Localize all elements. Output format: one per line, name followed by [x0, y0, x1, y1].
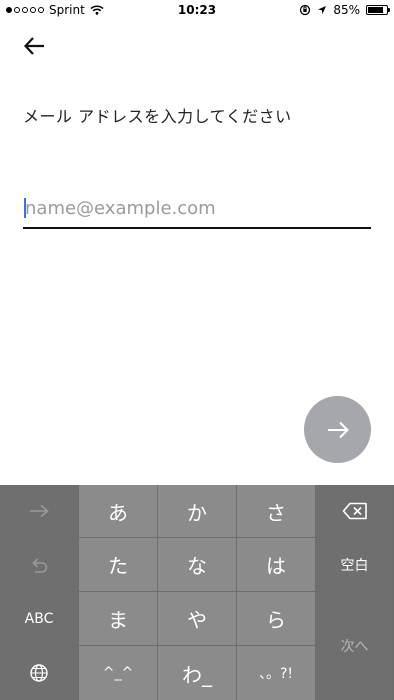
arrow-right-icon	[30, 504, 49, 518]
key-sa[interactable]: さ	[237, 485, 316, 538]
battery-percent: 85%	[333, 3, 360, 17]
key-label: ま	[108, 608, 128, 632]
key-label: た	[108, 554, 128, 578]
key-label: は	[266, 554, 286, 578]
status-bar: Sprint 10:23 85%	[0, 0, 394, 20]
status-right: 85%	[299, 3, 390, 17]
key-label: ^_^	[102, 665, 134, 681]
globe-icon	[30, 664, 48, 682]
email-field[interactable]	[23, 192, 371, 225]
key-label: わ_	[182, 662, 212, 687]
key-abc[interactable]: ABC	[0, 592, 79, 646]
rotation-lock-icon	[300, 4, 311, 16]
key-a[interactable]: あ	[79, 485, 158, 538]
location-icon	[318, 6, 327, 14]
key-label: か	[187, 500, 207, 525]
key-label: ら	[266, 608, 286, 632]
next-button[interactable]	[304, 396, 371, 463]
space-label: 空白	[340, 557, 369, 574]
key-wa[interactable]: わ_	[158, 646, 237, 700]
key-ma[interactable]: ま	[79, 592, 158, 646]
key-next[interactable]: 次へ	[316, 592, 394, 700]
key-label: 、。?!	[258, 666, 294, 682]
arrow-left-icon	[23, 37, 44, 55]
abc-label: ABC	[24, 610, 54, 627]
key-ka[interactable]: か	[158, 485, 237, 538]
undo-icon	[32, 557, 48, 573]
key-na[interactable]: な	[158, 538, 237, 592]
key-punctuation[interactable]: 、。?!	[237, 646, 316, 700]
back-button[interactable]	[22, 33, 48, 59]
key-label: や	[187, 608, 207, 632]
page-title: メール アドレスを入力してください	[23, 107, 292, 126]
key-arrow[interactable]	[0, 485, 79, 538]
key-undo[interactable]	[0, 538, 79, 592]
key-globe[interactable]	[0, 646, 79, 700]
key-space[interactable]: 空白	[316, 538, 394, 592]
battery-icon	[366, 5, 390, 15]
arrow-right-icon	[327, 421, 349, 438]
key-ta[interactable]: た	[79, 538, 158, 592]
key-label: あ	[108, 500, 128, 525]
key-ya[interactable]: や	[158, 592, 237, 646]
next-label: 次へ	[340, 639, 369, 655]
key-emoticon[interactable]: ^_^	[79, 646, 158, 700]
key-label: さ	[266, 500, 286, 525]
email-field-wrapper	[23, 192, 371, 229]
key-label: な	[187, 554, 207, 578]
delete-icon	[342, 502, 367, 520]
key-ra[interactable]: ら	[237, 592, 316, 646]
key-ha[interactable]: は	[237, 538, 316, 592]
key-delete[interactable]	[316, 485, 394, 538]
kana-keyboard: あ か さ た な は 空白 ABC ま や ら 次へ ^_^ わ_ 、。?!	[0, 485, 394, 700]
